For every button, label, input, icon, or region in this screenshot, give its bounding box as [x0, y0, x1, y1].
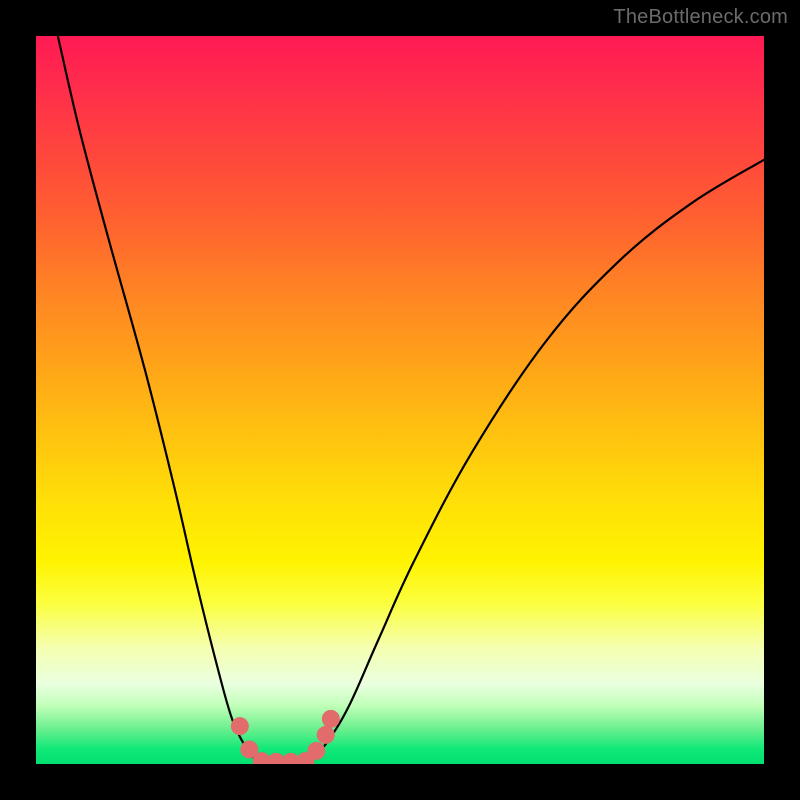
- watermark-text: TheBottleneck.com: [613, 6, 788, 29]
- chart-frame: TheBottleneck.com: [0, 0, 800, 800]
- marker-group: [231, 710, 340, 764]
- marker-dot: [317, 726, 335, 744]
- marker-dot: [322, 710, 340, 728]
- chart-svg: [36, 36, 764, 764]
- marker-dot: [307, 742, 325, 760]
- marker-dot: [231, 717, 249, 735]
- curve-left: [58, 36, 262, 762]
- curve-right: [305, 160, 764, 762]
- plot-area: [36, 36, 764, 764]
